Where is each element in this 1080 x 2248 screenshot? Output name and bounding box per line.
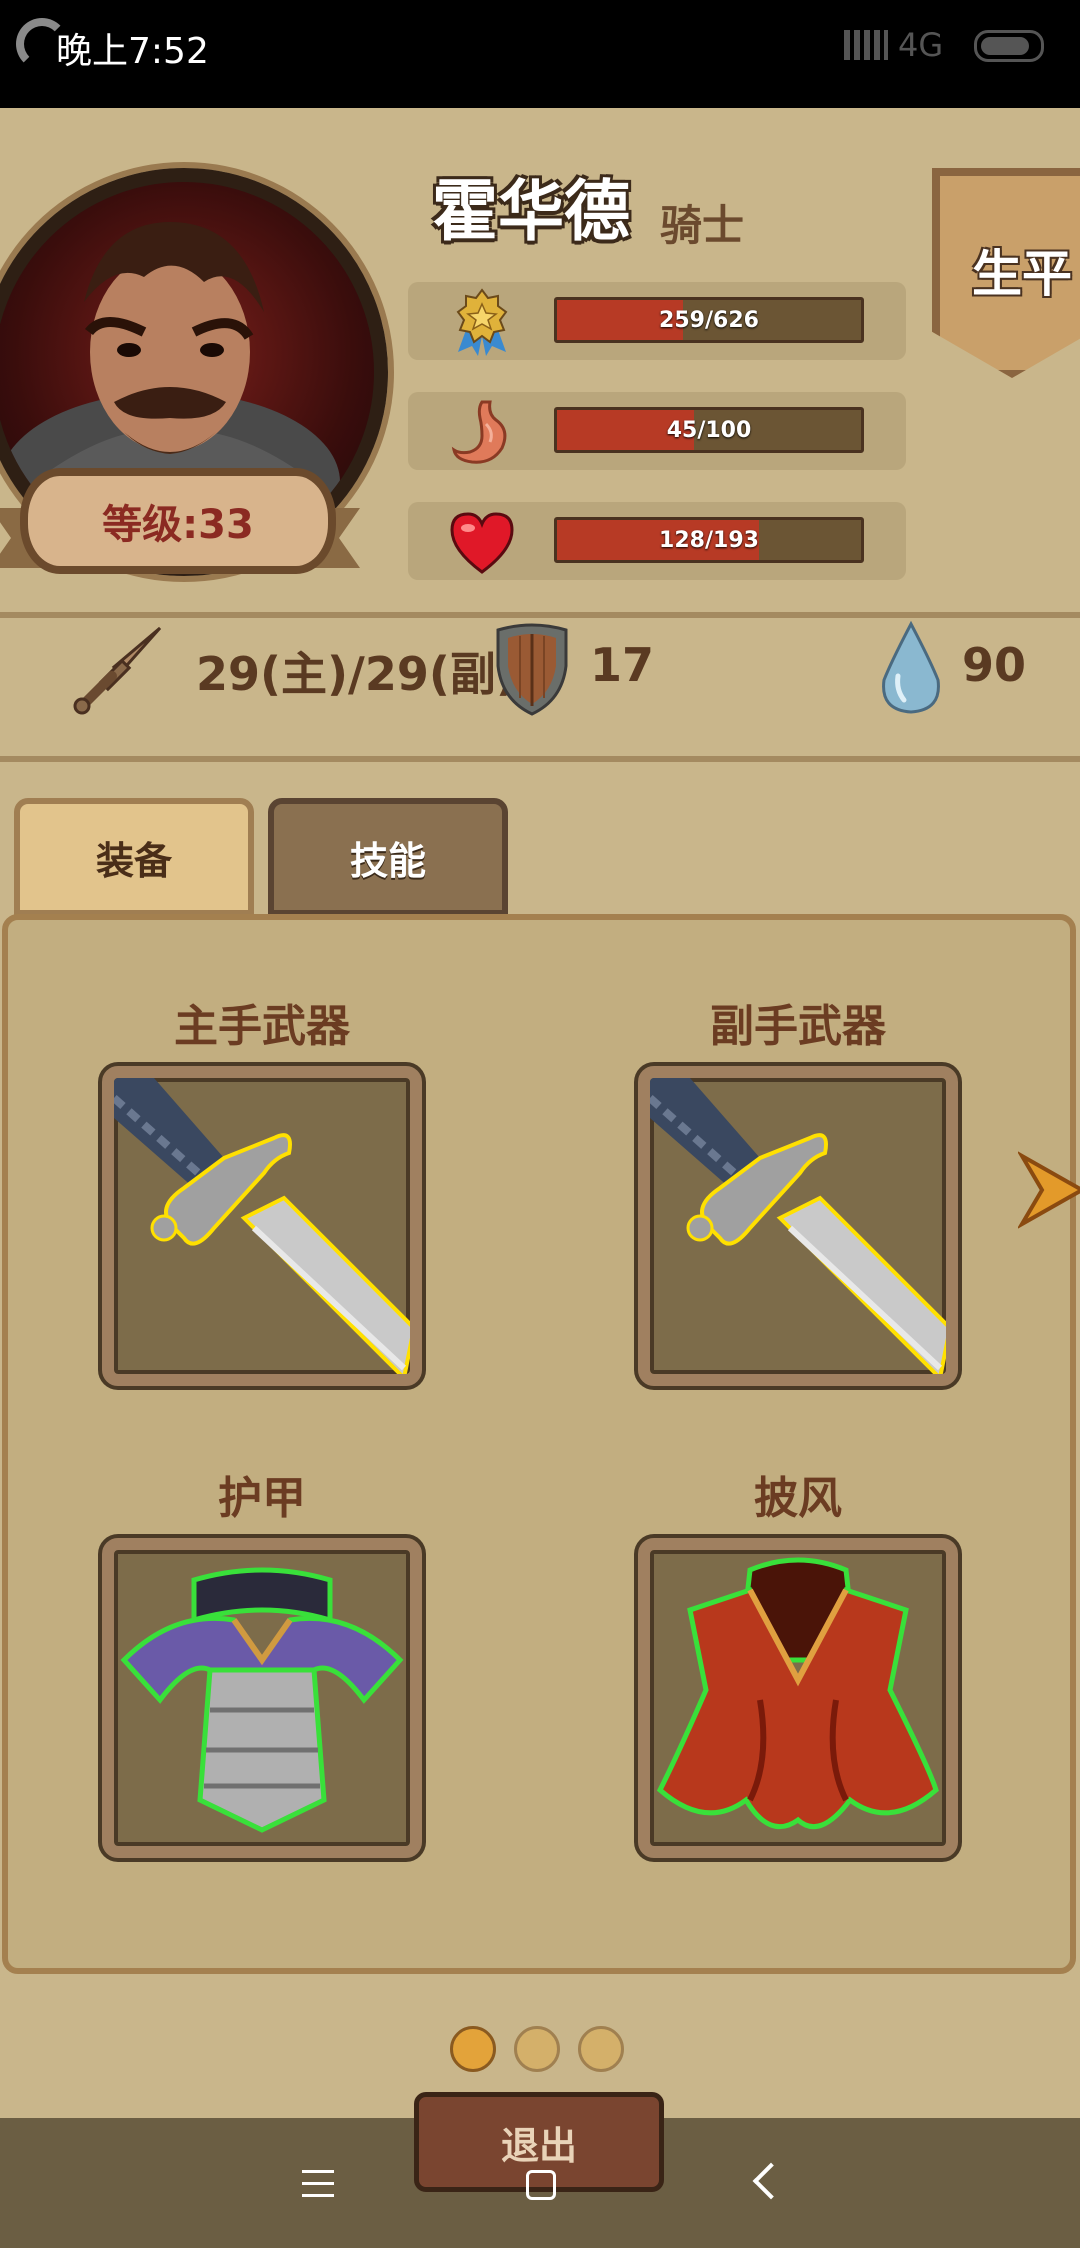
page-dot-3[interactable] — [578, 2026, 624, 2072]
shield-icon — [496, 623, 568, 716]
hunger-value: 45/100 — [666, 417, 752, 443]
hero-class: 骑士 — [660, 201, 745, 250]
page-indicator — [450, 2026, 650, 2076]
tab-skills[interactable]: 技能 — [268, 798, 508, 916]
main-weapon-title: 主手武器 — [174, 1001, 350, 1052]
stomach-icon — [451, 400, 507, 464]
sword-icon — [73, 626, 162, 715]
tab-equipment[interactable]: 装备 — [14, 798, 254, 916]
main-weapon-slot[interactable] — [102, 1066, 422, 1386]
off-weapon-slot[interactable] — [638, 1066, 958, 1386]
clock: 晚上7:52 — [56, 31, 209, 72]
cloak-title: 披风 — [754, 1473, 842, 1524]
medal-icon — [456, 288, 508, 356]
level-ribbon: 等级:33 — [0, 458, 360, 574]
armor-title: 护甲 — [218, 1473, 306, 1524]
water-value: 90 — [962, 638, 1027, 692]
attack-value: 29(主)/29(副) — [196, 647, 517, 701]
hunger-bar: 45/100 — [554, 407, 864, 453]
network-type: 4G — [898, 26, 944, 64]
hero-name: 霍华德 — [432, 173, 630, 250]
experience-value: 259/626 — [659, 307, 759, 333]
career-label: 生平 — [972, 245, 1072, 303]
off-weapon-title: 副手武器 — [710, 1001, 886, 1052]
combat-stats: 29(主)/29(副) 17 90 — [0, 618, 1080, 728]
armor-slot[interactable] — [102, 1538, 422, 1858]
page-dot-2[interactable] — [514, 2026, 560, 2072]
status-bar: 晚上7:52 4G — [0, 0, 1080, 108]
cloak-item-icon — [656, 1557, 939, 1830]
water-drop-icon — [882, 620, 940, 714]
character-screen: 等级:33 霍华德 骑士 259/626 45/100 128/193 生平 2… — [0, 108, 1080, 2248]
health-bar: 128/193 — [554, 517, 864, 563]
divider-bottom — [0, 756, 1080, 762]
level-label: 等级:33 — [20, 468, 336, 574]
hunger-stat: 45/100 — [408, 392, 906, 470]
health-value: 128/193 — [659, 527, 759, 553]
sword-item-icon — [114, 1078, 410, 1374]
signal-icon — [844, 30, 888, 60]
health-stat: 128/193 — [408, 502, 906, 580]
battery-icon — [974, 30, 1044, 62]
menu-icon[interactable] — [302, 2170, 334, 2198]
home-icon[interactable] — [526, 2170, 556, 2200]
page-dot-1[interactable] — [450, 2026, 496, 2072]
heart-icon — [450, 512, 514, 574]
career-button[interactable]: 生平 — [932, 168, 1080, 378]
cloak-slot[interactable] — [638, 1538, 958, 1858]
armor-item-icon — [120, 1567, 404, 1833]
experience-bar: 259/626 — [554, 297, 864, 343]
sword-item-icon — [650, 1078, 946, 1374]
defense-value: 17 — [590, 638, 655, 692]
experience-stat: 259/626 — [408, 282, 906, 360]
next-page-arrow-icon[interactable] — [1018, 1150, 1080, 1230]
